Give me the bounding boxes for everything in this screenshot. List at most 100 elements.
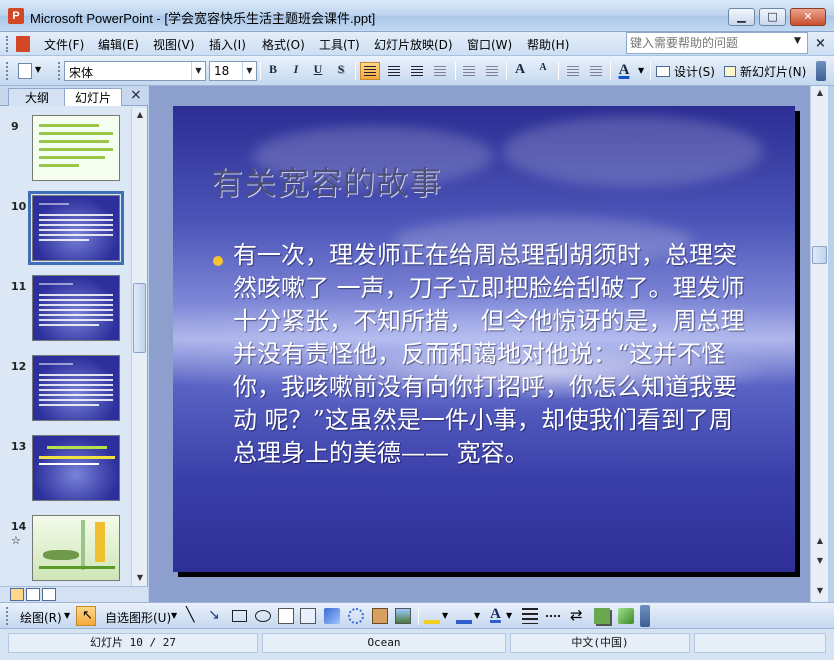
3d-style-icon[interactable] — [618, 608, 634, 624]
slide-body-text[interactable]: 有一次，理发师正在给周总理刮胡须时，总理突然咳嗽了 一声，刀子立即把脸给刮破了。… — [233, 239, 755, 470]
clip-art-icon[interactable] — [372, 608, 388, 624]
slide-thumbnail[interactable] — [32, 275, 120, 341]
vertical-text-box-icon[interactable] — [300, 608, 316, 624]
scroll-down-icon[interactable]: ▼ — [811, 586, 829, 595]
new-dropdown-icon[interactable]: ▼ — [35, 65, 41, 74]
font-size-select[interactable]: 18 ▼ — [209, 61, 257, 81]
menu-tools[interactable]: 工具(T) — [319, 36, 360, 53]
powerpoint-app-icon[interactable]: P — [8, 8, 24, 24]
help-search-input[interactable] — [627, 33, 787, 53]
next-slide-icon[interactable]: ▼ — [811, 556, 829, 565]
previous-slide-icon[interactable]: ▲ — [811, 536, 829, 545]
design-button[interactable]: 设计(S) — [674, 63, 715, 80]
italic-button[interactable]: I — [286, 62, 306, 80]
help-search-box[interactable] — [626, 32, 808, 54]
toolbar-options-icon[interactable] — [816, 61, 826, 81]
current-slide[interactable]: 有关宽容的故事 有一次，理发师正在给周总理刮胡须时，总理突然咳嗽了 一声，刀子立… — [173, 106, 795, 572]
align-right-button[interactable] — [407, 62, 427, 80]
maximize-button[interactable]: □ — [759, 8, 786, 26]
normal-view-icon[interactable] — [10, 588, 24, 601]
slideshow-view-icon[interactable] — [42, 588, 56, 601]
slide-thumbnail[interactable] — [32, 435, 120, 501]
grow-font-button[interactable]: A — [510, 62, 530, 80]
new-document-icon[interactable] — [18, 63, 32, 79]
line-icon[interactable]: ╲ — [186, 607, 194, 623]
toolbar-grip[interactable] — [6, 62, 10, 80]
align-left-button[interactable] — [360, 62, 380, 80]
scrollbar-thumb[interactable] — [133, 283, 146, 353]
align-center-button[interactable] — [384, 62, 404, 80]
arrow-icon[interactable]: ↘ — [208, 607, 220, 623]
autoshapes-dropdown-icon[interactable]: ▼ — [171, 611, 177, 620]
slide-scrollbar[interactable]: ▲ ▲ ▼ ▼ — [810, 86, 828, 602]
menu-format[interactable]: 格式(O) — [262, 36, 305, 53]
slide-thumbnail[interactable] — [32, 515, 120, 581]
menu-grip[interactable] — [6, 36, 10, 52]
new-slide-button[interactable]: 新幻灯片(N) — [740, 63, 806, 80]
scroll-up-icon[interactable]: ▲ — [132, 110, 148, 119]
insert-picture-icon[interactable] — [395, 608, 411, 624]
tab-outline[interactable]: 大纲 — [8, 88, 66, 106]
font-name-dropdown-icon[interactable]: ▼ — [191, 62, 205, 80]
menu-help[interactable]: 帮助(H) — [527, 36, 569, 53]
oval-icon[interactable] — [255, 610, 271, 622]
dash-style-icon[interactable] — [546, 615, 562, 617]
drawing-toolbar-options-icon[interactable] — [640, 605, 650, 627]
scroll-up-icon[interactable]: ▲ — [811, 88, 829, 97]
fill-color-dropdown-icon[interactable]: ▼ — [442, 611, 448, 620]
decrease-indent-button[interactable] — [563, 62, 583, 80]
arrow-style-icon[interactable]: ⇄ — [570, 606, 583, 624]
select-objects-button[interactable]: ↖ — [76, 606, 96, 626]
diagram-icon[interactable] — [348, 608, 364, 624]
tab-slides[interactable]: 幻灯片 — [64, 88, 122, 106]
slide-thumbnail[interactable] — [32, 115, 120, 181]
wordart-icon[interactable] — [324, 608, 340, 624]
slide-title[interactable]: 有关宽容的故事 — [211, 158, 442, 204]
minimize-button[interactable]: ▁ — [728, 8, 755, 26]
slide-sorter-view-icon[interactable] — [26, 588, 40, 601]
menu-file[interactable]: 文件(F) — [44, 36, 84, 53]
scrollbar-thumb[interactable] — [812, 246, 827, 264]
numbering-button[interactable] — [459, 62, 479, 80]
text-box-icon[interactable] — [278, 608, 294, 624]
scroll-down-icon[interactable]: ▼ — [132, 573, 148, 582]
font-size-dropdown-icon[interactable]: ▼ — [242, 62, 256, 80]
help-dropdown-icon[interactable]: ▼ — [794, 36, 801, 46]
drawing-font-color-dropdown-icon[interactable]: ▼ — [506, 611, 512, 620]
underline-button[interactable]: U — [308, 62, 328, 80]
toolbar-grip-2[interactable] — [58, 62, 62, 80]
thumbnail-scrollbar[interactable]: ▲ ▼ — [131, 108, 147, 586]
bold-button[interactable]: B — [263, 62, 283, 80]
bullets-button[interactable] — [482, 62, 502, 80]
slide-thumbnail-selected[interactable] — [28, 191, 124, 265]
menu-insert[interactable]: 插入(I) — [209, 36, 246, 53]
rectangle-icon[interactable] — [232, 610, 247, 622]
menu-window[interactable]: 窗口(W) — [467, 36, 512, 53]
justify-button[interactable] — [430, 62, 450, 80]
line-color-icon[interactable] — [456, 608, 472, 624]
shadow-button[interactable]: S — [331, 62, 351, 80]
font-color-dropdown-icon[interactable]: ▼ — [638, 66, 644, 75]
pane-close-icon[interactable]: × — [130, 87, 142, 103]
shadow-style-icon[interactable] — [594, 608, 610, 624]
menu-slideshow[interactable]: 幻灯片放映(D) — [374, 36, 453, 53]
draw-menu-button[interactable]: 绘图(R) — [20, 609, 62, 626]
shrink-font-button[interactable]: A — [533, 62, 553, 80]
slide-thumbnail[interactable] — [32, 355, 120, 421]
menu-view[interactable]: 视图(V) — [153, 36, 195, 53]
document-close-icon[interactable]: × — [815, 36, 826, 51]
font-color-button[interactable]: A — [614, 62, 634, 80]
bullets-icon — [486, 66, 498, 76]
line-style-icon[interactable] — [522, 608, 538, 624]
drawing-font-color-icon[interactable]: A — [490, 606, 501, 623]
document-icon[interactable] — [16, 36, 30, 52]
autoshapes-button[interactable]: 自选图形(U) — [105, 609, 171, 626]
fill-color-icon[interactable] — [424, 608, 440, 624]
font-name-select[interactable]: 宋体 ▼ — [64, 61, 206, 81]
draw-dropdown-icon[interactable]: ▼ — [64, 611, 70, 620]
toolbar-grip[interactable] — [6, 607, 10, 625]
close-button[interactable]: ✕ — [790, 8, 826, 26]
line-color-dropdown-icon[interactable]: ▼ — [474, 611, 480, 620]
increase-indent-button[interactable] — [586, 62, 606, 80]
menu-edit[interactable]: 编辑(E) — [98, 36, 139, 53]
